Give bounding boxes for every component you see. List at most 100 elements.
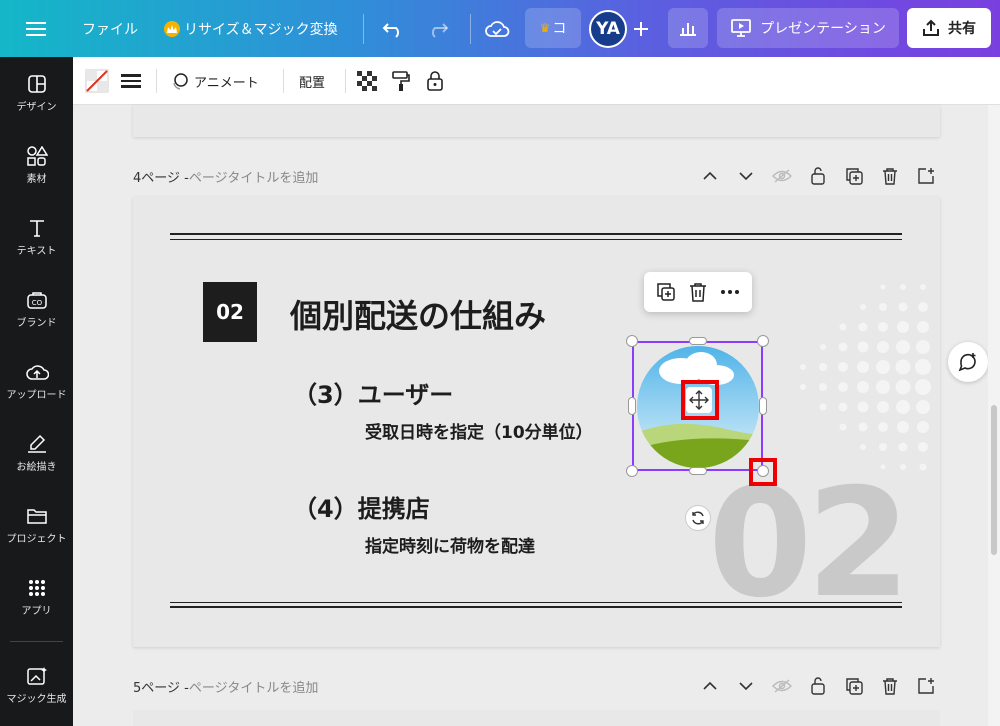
sidebar-item-label: デザイン [16,101,57,113]
slide-page-4[interactable]: 02 02 個別配送の仕組み （3）ユーザー 受取日時を指定（10分単位） （4… [133,197,940,647]
fill-color-icon[interactable] [85,57,109,105]
top-rule-thin [170,239,902,240]
duplicate-page-icon[interactable] [836,674,872,698]
premium-button[interactable]: ♛ コ [525,8,581,48]
sidebar-item-draw[interactable]: お絵描き [0,417,73,489]
item-4-description[interactable]: 指定時刻に荷物を配達 [365,532,535,557]
page-number-label: 4ページ - [133,170,189,186]
more-options-icon[interactable] [717,279,743,305]
lock-page-icon[interactable] [800,164,836,188]
present-button[interactable]: プレゼンテーション [717,8,899,48]
folder-icon [26,508,47,524]
share-button[interactable]: 共有 [907,8,991,48]
sidebar-item-projects[interactable]: プロジェクト [0,489,73,561]
element-context-menu [644,272,752,312]
resize-handle-left[interactable] [628,397,636,415]
add-comment-button[interactable] [948,342,988,382]
vertical-scrollbar[interactable] [988,105,1000,726]
slide-title[interactable]: 個別配送の仕組み [290,291,546,337]
add-page-icon[interactable] [908,674,944,698]
present-label: プレゼンテーション [760,21,886,37]
border-style-icon[interactable] [121,57,141,105]
avatar[interactable]: YA [589,0,627,57]
cloud-save-icon[interactable] [484,0,510,57]
resize-handle-bottom-left[interactable] [626,465,638,477]
big-number-watermark[interactable]: 02 [708,469,911,619]
chevron-up-icon[interactable] [692,164,728,188]
upload-icon [25,364,49,380]
lock-page-icon[interactable] [800,674,836,698]
page-header-4: 4ページ - ページタイトルを追加 [133,164,318,188]
delete-page-icon[interactable] [872,164,908,188]
divider [156,69,157,93]
sidebar: デザイン 素材 テキスト CO ブランド アップロード お絵描き プロジェクト … [0,57,73,726]
sidebar-item-upload[interactable]: アップロード [0,345,73,417]
transparency-icon[interactable] [357,57,377,105]
duplicate-icon[interactable] [653,279,679,305]
item-4-heading[interactable]: （4）提携店 [293,489,430,524]
lock-icon[interactable] [426,57,444,105]
rotate-handle[interactable] [685,505,711,531]
sidebar-item-label: 素材 [26,173,47,185]
sidebar-item-text[interactable]: テキスト [0,201,73,273]
premium-label: コ [552,21,567,37]
sidebar-item-elements[interactable]: 素材 [0,129,73,201]
duplicate-page-icon[interactable] [836,164,872,188]
draw-icon [27,434,46,453]
previous-page[interactable] [133,105,940,137]
next-page[interactable] [133,710,940,726]
page-header-5: 5ページ - ページタイトルを追加 [133,674,318,698]
brand-icon: CO [26,291,47,309]
top-bar: ファイル リサイズ＆マジック変換 ♛ コ YA プレゼンテーション 共有 [0,0,1000,57]
delete-page-icon[interactable] [872,674,908,698]
resize-button[interactable]: リサイズ＆マジック変換 [164,0,338,57]
page-4-actions [692,164,944,188]
scrollbar-thumb[interactable] [991,405,997,555]
animate-button[interactable]: アニメート [170,57,259,105]
element-toolbar: アニメート 配置 [73,57,1000,105]
divider [10,641,63,642]
trash-icon[interactable] [685,279,711,305]
crown-icon: ♛ [539,21,551,35]
crown-icon [164,20,180,37]
page-number-label: 5ページ - [133,680,189,696]
hide-page-icon[interactable] [764,674,800,698]
resize-handle-right[interactable] [759,397,767,415]
sidebar-item-label: アップロード [6,389,67,401]
resize-handle-bottom[interactable] [689,467,707,475]
add-page-icon[interactable] [908,164,944,188]
sidebar-item-label: アプリ [21,605,52,617]
sidebar-item-apps[interactable]: アプリ [0,561,73,633]
page-title-input[interactable]: ページタイトルを追加 [189,167,318,186]
redo-icon[interactable] [427,0,449,57]
resize-label: リサイズ＆マジック変換 [184,21,338,38]
menu-icon[interactable] [26,0,46,57]
animate-icon [173,73,188,90]
item-3-description[interactable]: 受取日時を指定（10分単位） [365,418,593,443]
insights-button[interactable] [668,8,708,48]
undo-icon[interactable] [382,0,404,57]
add-member-icon[interactable] [632,0,650,57]
item-3-heading[interactable]: （3）ユーザー [293,375,453,410]
top-rule [170,233,902,235]
sidebar-item-brand[interactable]: CO ブランド [0,273,73,345]
text-icon [29,219,44,237]
resize-handle-top-right[interactable] [757,335,769,347]
divider [363,14,364,44]
position-button[interactable]: 配置 [299,57,325,105]
page-title-input[interactable]: ページタイトルを追加 [189,677,318,696]
chevron-down-icon[interactable] [728,674,764,698]
hide-page-icon[interactable] [764,164,800,188]
share-label: 共有 [948,21,976,37]
chevron-down-icon[interactable] [728,164,764,188]
sidebar-item-design[interactable]: デザイン [0,57,73,129]
section-number-box[interactable]: 02 [203,282,257,342]
resize-handle-top[interactable] [689,337,707,345]
resize-handle-top-left[interactable] [626,335,638,347]
paint-roller-icon[interactable] [391,57,411,105]
magic-icon [26,666,47,685]
apps-icon [28,579,45,596]
sidebar-item-magic[interactable]: マジック生成 [0,649,73,721]
file-menu[interactable]: ファイル [82,0,138,57]
chevron-up-icon[interactable] [692,674,728,698]
